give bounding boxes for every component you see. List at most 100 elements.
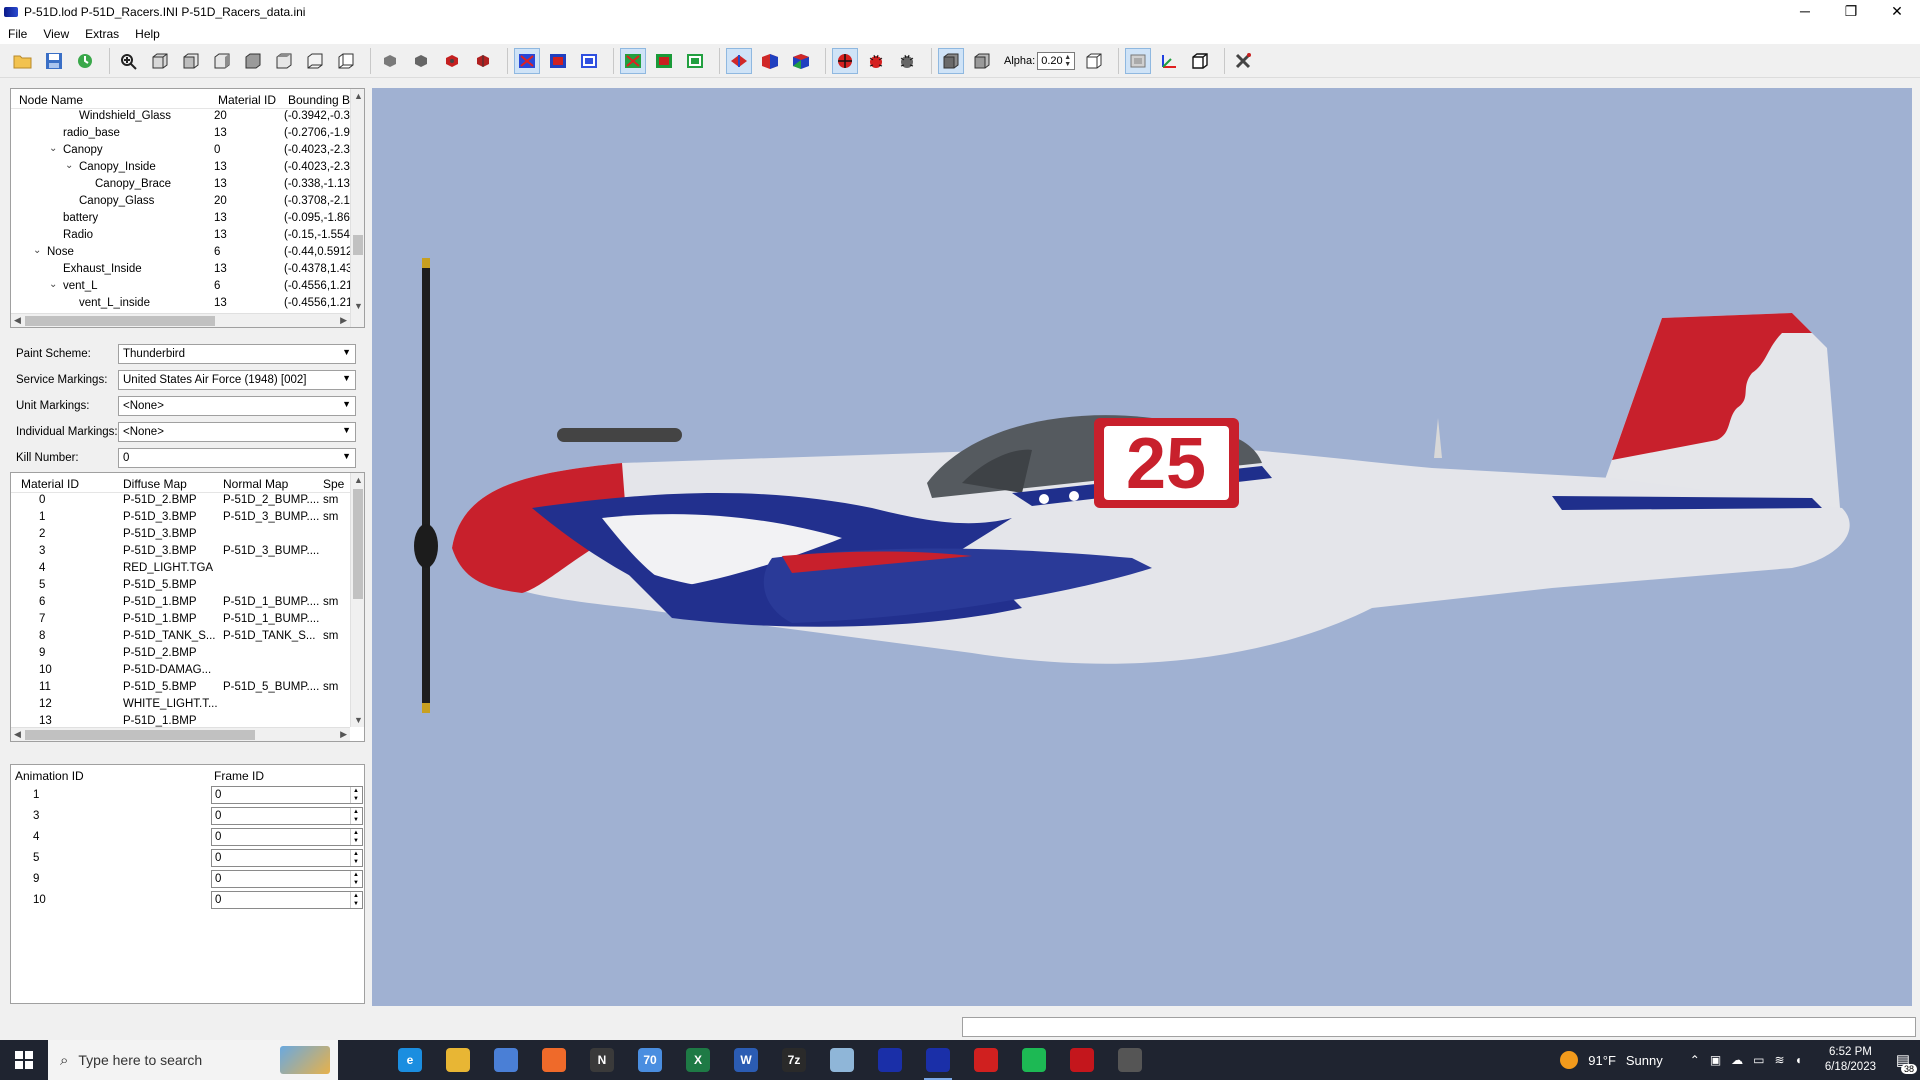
scroll-up-icon[interactable]: ▲ [354,475,363,485]
tree-row[interactable]: ⌄ Canopy_Inside 13 (-0.4023,-2.3 [11,160,364,177]
weather-widget[interactable]: 91°F Sunny [1560,1051,1663,1069]
menu-extras[interactable]: Extras [77,27,127,41]
frame-id-stepper[interactable]: 0 ▲ ▼ [211,786,363,804]
material-row[interactable]: 0 P-51D_2.BMP P-51D_2_BUMP.... sm [11,493,364,510]
spotify-taskbar-button[interactable] [1010,1040,1058,1080]
tree-row[interactable]: ⌄ Canopy 0 (-0.4023,-2.3 [11,143,364,160]
col-normal-map[interactable]: Normal Map [223,477,288,491]
chevron-down-icon[interactable]: ▼ [342,399,351,409]
service-markings-select[interactable]: United States Air Force (1948) [002] ▼ [118,370,356,390]
tree-row[interactable]: Radio 13 (-0.15,-1.554 [11,228,364,245]
box-outline-icon[interactable] [1081,48,1107,74]
scroll-left-icon[interactable]: ◀ [14,315,21,326]
col-material-id[interactable]: Material ID [214,93,276,107]
scroll-right-icon[interactable]: ▶ [340,315,347,326]
spin-icon[interactable]: ▲ ▼ [350,829,361,845]
tree-row[interactable]: radio_base 13 (-0.2706,-1.9 [11,126,364,143]
solid-green-icon[interactable] [651,48,677,74]
zoom-icon[interactable] [116,48,142,74]
col-diffuse-map[interactable]: Diffuse Map [123,477,187,491]
individual-markings-select[interactable]: <None> ▼ [118,422,356,442]
save-icon[interactable] [41,48,67,74]
store-taskbar-button[interactable] [482,1040,530,1080]
materials-table[interactable]: Material ID Diffuse Map Normal Map Spe 0… [10,472,365,742]
tree-row[interactable]: ⌄ vent_L 6 (-0.4556,1.21 [11,279,364,296]
file-explorer-taskbar-button[interactable] [434,1040,482,1080]
cube-wire-icon[interactable] [969,48,995,74]
view-back-icon[interactable] [271,48,297,74]
chevron-down-icon[interactable]: ▼ [342,347,351,357]
material-row[interactable]: 10 P-51D-DAMAG... [11,663,364,680]
restore-button[interactable]: ❐ [1828,0,1874,22]
firefox-taskbar-button[interactable] [530,1040,578,1080]
scroll-right-icon[interactable]: ▶ [340,729,347,740]
cube-red-icon[interactable] [439,48,465,74]
acrobat-taskbar-button[interactable] [962,1040,1010,1080]
material-row[interactable]: 2 P-51D_3.BMP [11,527,364,544]
chevron-up-icon[interactable]: ⌃ [1690,1053,1700,1067]
view-top-icon[interactable] [240,48,266,74]
lod-editor-active-taskbar-button[interactable] [914,1040,962,1080]
menu-help[interactable]: Help [127,27,168,41]
scroll-thumb[interactable] [25,316,215,326]
device-icon[interactable]: ▣ [1710,1053,1721,1067]
clock[interactable]: 6:52 PM 6/18/2023 [1825,1045,1876,1075]
frame-id-stepper[interactable]: 0 ▲ ▼ [211,891,363,909]
scroll-thumb[interactable] [353,489,363,599]
cube-gray-icon[interactable] [408,48,434,74]
alpha-stepper[interactable]: 0.20 ▲ ▼ [1037,51,1076,70]
frame-id-stepper[interactable]: 0 ▲ ▼ [211,849,363,867]
bug-red-icon[interactable] [863,48,889,74]
minimize-button[interactable]: ─ [1782,0,1828,22]
tree-row[interactable]: vent_L_inside 13 (-0.4556,1.21 [11,296,364,313]
taskbar-search[interactable]: ⌕ Type here to search [48,1040,338,1080]
open-icon[interactable] [10,48,36,74]
unit-markings-select[interactable]: <None> ▼ [118,396,356,416]
solid-blue-icon[interactable] [545,48,571,74]
mail-taskbar-button[interactable]: 70 [626,1040,674,1080]
col-node-name[interactable]: Node Name [15,93,83,107]
col-bounding-box[interactable]: Bounding B [284,93,350,107]
start-button[interactable] [0,1040,48,1080]
shade-red-icon[interactable] [726,47,752,74]
frame-id-stepper[interactable]: 0 ▲ ▼ [211,807,363,825]
box-3d-icon[interactable] [1187,48,1213,74]
tree-row[interactable]: Exhaust_Inside 13 (-0.4378,1.43 [11,262,364,279]
material-row[interactable]: 4 RED_LIGHT.TGA [11,561,364,578]
spin-icon[interactable]: ▲ ▼ [350,871,361,887]
material-row[interactable]: 6 P-51D_1.BMP P-51D_1_BUMP.... sm [11,595,364,612]
materials-vscrollbar[interactable]: ▲ ▼ [350,473,364,727]
cube-dark-icon[interactable] [470,48,496,74]
material-row[interactable]: 7 P-51D_1.BMP P-51D_1_BUMP.... [11,612,364,629]
animation-table[interactable]: Animation ID Frame ID 1 0 ▲ ▼ 3 0 ▲ ▼ 4 0 ▲ ▼ 5 0 ▲ ▼ 9 0… [10,764,365,1004]
wifi-icon[interactable]: ≋ [1775,1053,1785,1067]
col-animation-id[interactable]: Animation ID [15,769,84,783]
word-taskbar-button[interactable]: W [722,1040,770,1080]
chevron-down-icon[interactable]: ⌄ [33,245,41,256]
edge-taskbar-button[interactable]: e [386,1040,434,1080]
spin-icon[interactable]: ▲ ▼ [350,850,361,866]
scroll-down-icon[interactable]: ▼ [354,301,363,311]
spin-icon[interactable]: ▲ ▼ [350,808,361,824]
close-button[interactable]: ✕ [1874,0,1920,22]
box-green-icon[interactable] [682,48,708,74]
bug-gray-icon[interactable] [894,48,920,74]
bomb-icon[interactable] [377,48,403,74]
chevron-down-icon[interactable]: ⌄ [49,143,57,154]
material-row[interactable]: 11 P-51D_5.BMP P-51D_5_BUMP.... sm [11,680,364,697]
game-taskbar-button[interactable] [1106,1040,1154,1080]
alpha-spin-icon[interactable]: ▲ ▼ [1064,54,1071,68]
kill-number-select[interactable]: 0 ▼ [118,448,356,468]
material-row[interactable]: 8 P-51D_TANK_S... P-51D_TANK_S... sm [11,629,364,646]
lod-editor-taskbar-button[interactable] [866,1040,914,1080]
col-frame-id[interactable]: Frame ID [214,769,264,783]
spin-icon[interactable]: ▲ ▼ [350,787,361,803]
paint-scheme-select[interactable]: Thunderbird ▼ [118,344,356,364]
tree-row[interactable]: ⌄ Nose 6 (-0.44,0.5912 [11,245,364,262]
material-row[interactable]: 5 P-51D_5.BMP [11,578,364,595]
chevron-down-icon[interactable]: ⌄ [65,160,73,171]
view-bottom-icon[interactable] [302,48,328,74]
box-blue-icon[interactable] [576,48,602,74]
node-tree[interactable]: Node Name Material ID Bounding B Windshi… [10,88,365,328]
battery-icon[interactable]: ▭ [1753,1053,1764,1067]
